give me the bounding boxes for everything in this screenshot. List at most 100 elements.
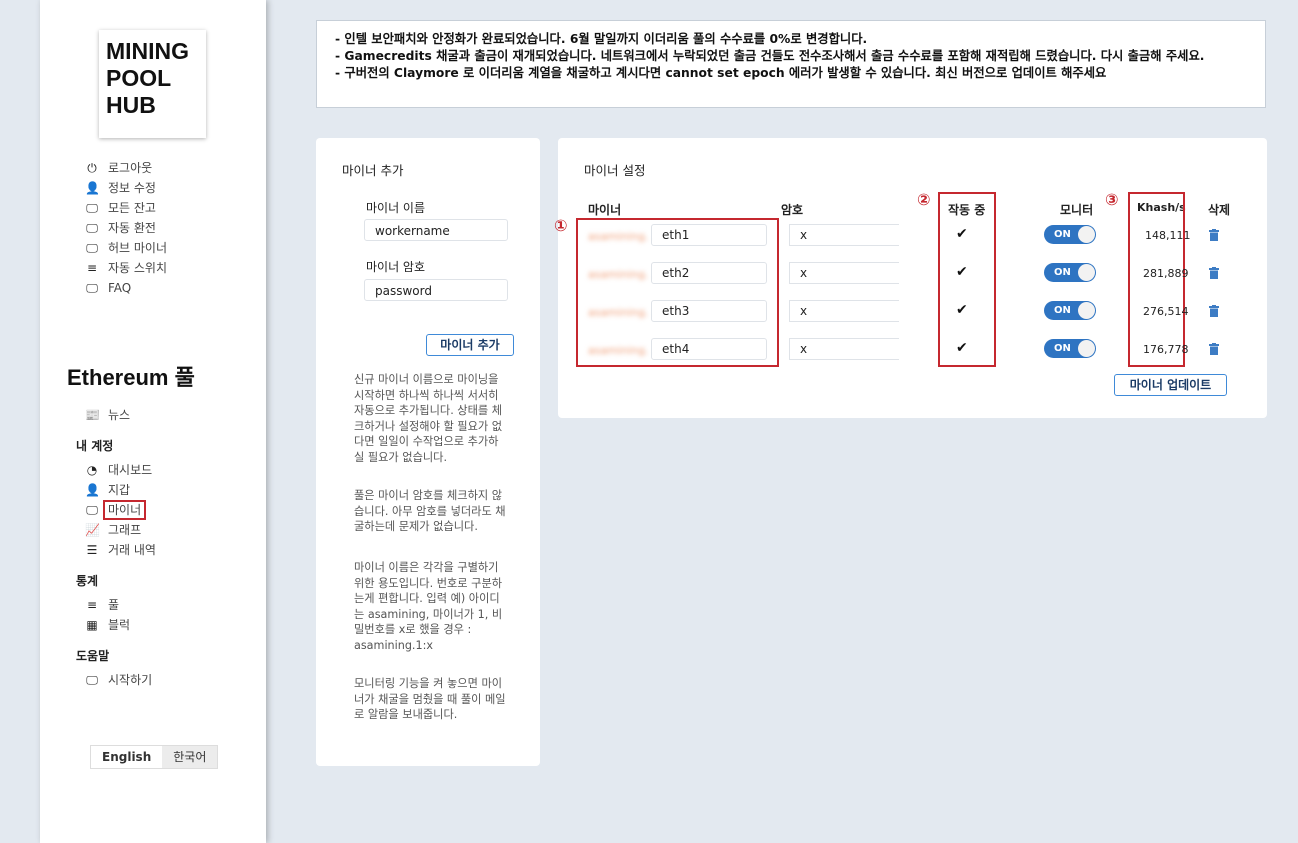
nav-auto-exchange[interactable]: 🖵 자동 환전 bbox=[85, 218, 167, 238]
logo-line-2: POOL bbox=[106, 65, 172, 91]
notice-box: - 인텔 보안패치와 안정화가 완료되었습니다. 6월 말일까지 이더리움 풀의… bbox=[316, 20, 1266, 108]
worker-password-input[interactable]: x bbox=[789, 224, 899, 246]
nav-label: 대시보드 bbox=[108, 463, 153, 477]
logo[interactable]: MINING POOL HUB bbox=[99, 30, 206, 138]
stats-nav: ≡ 풀 ▦ 블럭 bbox=[85, 595, 130, 635]
update-miner-button[interactable]: 마이너 업데이트 bbox=[1114, 374, 1227, 396]
nav-graph[interactable]: 📈 그래프 bbox=[85, 520, 156, 540]
add-miner-card: 마이너 추가 마이너 이름 workername 마이너 암호 password… bbox=[316, 138, 540, 766]
miner-settings-title: 마이너 설정 bbox=[584, 163, 646, 178]
desktop-icon: 🖵 bbox=[86, 281, 98, 295]
worker-prefix: asamining. bbox=[588, 306, 649, 319]
dashboard-icon: ◔ bbox=[86, 463, 98, 477]
logo-line-3: HUB bbox=[106, 92, 156, 118]
add-miner-button[interactable]: 마이너 추가 bbox=[426, 334, 514, 356]
toggle-knob bbox=[1078, 226, 1095, 243]
nav-faq[interactable]: 🖵 FAQ bbox=[85, 278, 167, 298]
check-icon: ✔ bbox=[956, 340, 968, 356]
list-icon: ☰ bbox=[86, 543, 98, 557]
nav-label: 지갑 bbox=[108, 483, 131, 497]
khash-value: 176,778 bbox=[1143, 343, 1189, 356]
nav-label: 로그아웃 bbox=[108, 161, 153, 175]
worker-name-input[interactable]: eth1 bbox=[651, 224, 767, 246]
worker-password-input[interactable]: x bbox=[789, 262, 899, 284]
nav-auto-switch[interactable]: ≡ 자동 스위치 bbox=[85, 258, 167, 278]
nav-dashboard[interactable]: ◔ 대시보드 bbox=[85, 460, 156, 480]
worker-name-input[interactable]: eth2 bbox=[651, 262, 767, 284]
monitor-icon: 🖵 bbox=[86, 221, 98, 235]
trash-icon[interactable] bbox=[1209, 343, 1219, 355]
toggle-knob bbox=[1078, 302, 1095, 319]
worker-name-input[interactable]: eth4 bbox=[651, 338, 767, 360]
nav-edit-account[interactable]: 👤 정보 수정 bbox=[85, 178, 167, 198]
user-icon: 👤 bbox=[85, 483, 100, 497]
nav-label: 자동 스위치 bbox=[108, 261, 168, 275]
miner-password-label: 마이너 암호 bbox=[366, 260, 426, 274]
col-password: 암호 bbox=[781, 203, 804, 217]
notice-line-3: - 구버전의 Claymore 로 이더리움 계열을 채굴하고 계시다면 can… bbox=[335, 66, 1107, 80]
toggle-knob bbox=[1078, 264, 1095, 281]
monitor-toggle[interactable]: ON bbox=[1044, 263, 1096, 282]
nav-pool[interactable]: ≡ 풀 bbox=[85, 595, 130, 615]
nav-transactions[interactable]: ☰ 거래 내역 bbox=[85, 540, 156, 560]
logo-line-1: MINING bbox=[106, 38, 190, 64]
nav-label: 시작하기 bbox=[108, 673, 153, 687]
news-nav: 📰 뉴스 bbox=[85, 405, 130, 425]
trash-icon[interactable] bbox=[1209, 229, 1219, 241]
worker-prefix: asamining. bbox=[588, 344, 649, 357]
help-text-1: 신규 마이너 이름으로 마이닝을 시작하면 하나씩 하나씩 서서히 자동으로 추… bbox=[354, 373, 503, 464]
lang-korean[interactable]: 한국어 bbox=[162, 746, 218, 768]
worker-password-input[interactable]: x bbox=[789, 300, 899, 322]
worker-password-input[interactable]: x bbox=[789, 338, 899, 360]
worker-name-input[interactable]: eth3 bbox=[651, 300, 767, 322]
nav-label: 블럭 bbox=[108, 618, 131, 632]
col-miner: 마이너 bbox=[588, 203, 622, 217]
toggle-label: ON bbox=[1054, 305, 1071, 316]
language-switch: English 한국어 bbox=[90, 745, 219, 769]
nav-hub-miner[interactable]: 🖵 허브 마이너 bbox=[85, 238, 167, 258]
khash-value: 281,889 bbox=[1143, 267, 1189, 280]
monitor-toggle[interactable]: ON bbox=[1044, 339, 1096, 358]
monitor-toggle[interactable]: ON bbox=[1044, 301, 1096, 320]
marker-3: ③ bbox=[1105, 190, 1119, 209]
toggle-label: ON bbox=[1054, 267, 1071, 278]
help-text-4: 모니터링 기능을 켜 놓으면 마이너가 채굴을 멈췄을 때 풀이 메일로 알람을… bbox=[354, 677, 506, 721]
check-icon: ✔ bbox=[956, 226, 968, 242]
section-my-account: 내 계정 bbox=[76, 439, 114, 453]
marker-1: ① bbox=[554, 216, 568, 235]
monitor-icon: 🖵 bbox=[86, 241, 98, 255]
trash-icon[interactable] bbox=[1209, 305, 1219, 317]
check-icon: ✔ bbox=[956, 302, 968, 318]
trash-icon[interactable] bbox=[1209, 267, 1219, 279]
section-help: 도움말 bbox=[76, 649, 110, 663]
nav-getting-started[interactable]: 🖵 시작하기 bbox=[85, 670, 152, 690]
nav-label: 허브 마이너 bbox=[108, 241, 168, 255]
monitor-toggle[interactable]: ON bbox=[1044, 225, 1096, 244]
top-nav: ⏻ 로그아웃 👤 정보 수정 🖵 모든 잔고 🖵 자동 환전 🖵 허브 마이너 ≡ 자동 스… bbox=[85, 158, 167, 298]
nav-all-balances[interactable]: 🖵 모든 잔고 bbox=[85, 198, 167, 218]
nav-blocks[interactable]: ▦ 블럭 bbox=[85, 615, 130, 635]
help-text-2: 풀은 마이너 암호를 체크하지 않습니다. 아무 암호를 넣더라도 채굴하는데 … bbox=[354, 489, 506, 533]
nav-label: 뉴스 bbox=[108, 408, 131, 422]
nav-label: 풀 bbox=[108, 598, 120, 612]
help-text-3: 마이너 이름은 각각을 구별하기 위한 용도입니다. 번호로 구분하는게 편합니… bbox=[354, 561, 503, 652]
miner-name-input[interactable]: workername bbox=[364, 219, 508, 241]
nav-label: 모든 잔고 bbox=[108, 201, 156, 215]
khash-value: 148,111 bbox=[1145, 229, 1191, 242]
pool-title: Ethereum 풀 bbox=[67, 365, 195, 390]
list-icon: ≡ bbox=[86, 598, 98, 612]
lang-english[interactable]: English bbox=[91, 746, 162, 768]
toggle-label: ON bbox=[1054, 229, 1071, 240]
nav-logout[interactable]: ⏻ 로그아웃 bbox=[85, 158, 167, 178]
desktop-icon: 🖵 bbox=[86, 673, 98, 687]
toggle-knob bbox=[1078, 340, 1095, 357]
nav-label: 거래 내역 bbox=[108, 543, 156, 557]
user-icon: 👤 bbox=[85, 181, 100, 195]
notice-line-1: - 인텔 보안패치와 안정화가 완료되었습니다. 6월 말일까지 이더리움 풀의… bbox=[335, 32, 868, 46]
blocks-icon: ▦ bbox=[86, 618, 98, 632]
nav-miner[interactable]: 🖵 마이너 bbox=[85, 500, 156, 520]
miner-password-input[interactable]: password bbox=[364, 279, 508, 301]
worker-prefix: asamining. bbox=[588, 230, 649, 243]
nav-wallet[interactable]: 👤 지갑 bbox=[85, 480, 156, 500]
nav-news[interactable]: 📰 뉴스 bbox=[85, 405, 130, 425]
